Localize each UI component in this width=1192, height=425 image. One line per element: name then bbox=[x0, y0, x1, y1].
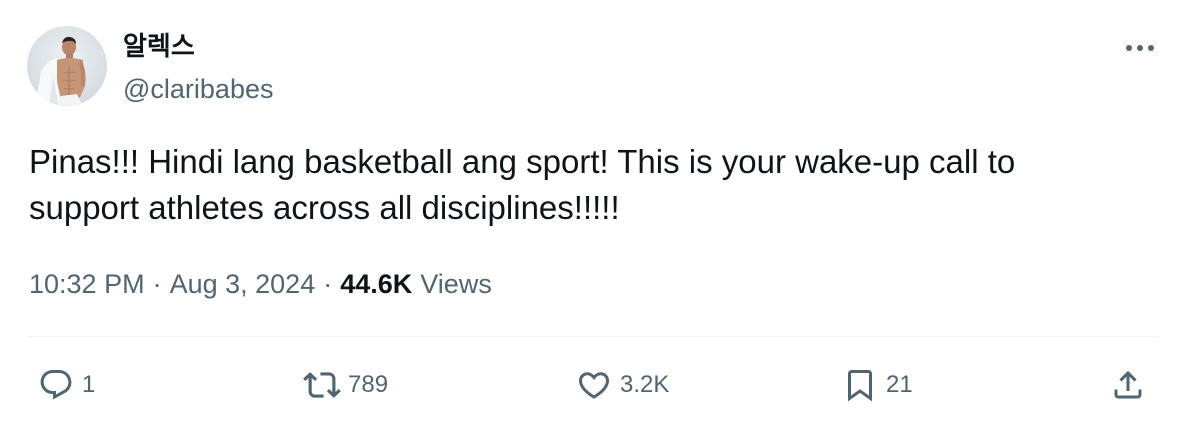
meta-separator: · bbox=[152, 269, 162, 299]
heart-icon bbox=[572, 363, 616, 407]
share-button[interactable] bbox=[1106, 360, 1150, 410]
divider bbox=[27, 336, 1158, 337]
tweet-meta: 10:32 PM · Aug 3, 2024 · 44.6K Views bbox=[29, 266, 492, 302]
views-count[interactable]: 44.6K bbox=[340, 266, 412, 302]
like-count: 3.2K bbox=[620, 371, 670, 398]
action-bar: 1 789 3.2K 21 bbox=[0, 360, 1192, 410]
tweet-date[interactable]: Aug 3, 2024 bbox=[170, 266, 316, 302]
reply-count: 1 bbox=[82, 371, 96, 398]
tweet-text: Pinas!!! Hindi lang basketball ang sport… bbox=[29, 143, 1016, 226]
repost-count: 789 bbox=[348, 371, 389, 398]
tweet-card: 알렉스 @claribabes Pinas!!! Hindi lang bask… bbox=[0, 0, 1192, 425]
author-names: 알렉스 @claribabes bbox=[123, 26, 273, 106]
more-options-button[interactable] bbox=[1122, 34, 1158, 62]
repost-arrows-icon bbox=[300, 363, 344, 407]
share-upload-icon bbox=[1106, 363, 1150, 407]
tweet-time[interactable]: 10:32 PM bbox=[29, 266, 145, 302]
author-handle[interactable]: @claribabes bbox=[123, 72, 273, 106]
more-horizontal-icon bbox=[1126, 45, 1154, 51]
like-button[interactable]: 3.2K bbox=[572, 360, 669, 410]
bookmark-icon bbox=[838, 363, 882, 407]
views-label: Views bbox=[420, 269, 492, 299]
bookmark-count: 21 bbox=[886, 371, 913, 398]
repost-button[interactable]: 789 bbox=[300, 360, 388, 410]
author-display-name[interactable]: 알렉스 bbox=[123, 28, 273, 64]
meta-separator: · bbox=[323, 269, 333, 299]
avatar[interactable] bbox=[27, 26, 107, 106]
bookmark-button[interactable]: 21 bbox=[838, 360, 913, 410]
reply-button[interactable]: 1 bbox=[34, 360, 95, 410]
tweet-header: 알렉스 @claribabes bbox=[27, 26, 273, 106]
reply-bubble-icon bbox=[34, 363, 78, 407]
